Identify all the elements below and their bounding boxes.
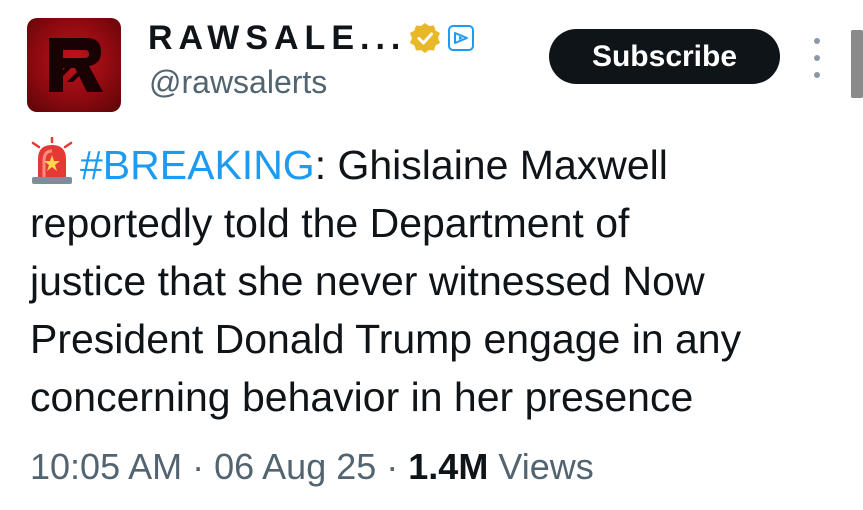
- meta-separator: ·: [376, 446, 409, 487]
- meta-separator: ·: [182, 446, 215, 487]
- tweet-card: RAWSALE... @rawsalerts Subscribe #BREAKI…: [0, 0, 863, 510]
- affiliate-logo-icon: [454, 32, 469, 44]
- views-count: 1.4M: [408, 446, 489, 487]
- dot: [814, 72, 820, 78]
- affiliate-badge-icon[interactable]: [448, 25, 475, 51]
- police-siren-icon: [31, 137, 73, 184]
- tweet-line: #BREAKING: Ghislaine Maxwell: [30, 136, 850, 194]
- tweet-text: #BREAKING: Ghislaine Maxwell reportedly …: [30, 136, 850, 426]
- avatar[interactable]: [27, 18, 121, 112]
- hashtag-link[interactable]: #BREAKING: [80, 142, 315, 188]
- views-label: Views: [488, 446, 594, 487]
- dot: [814, 55, 820, 61]
- verified-badge-icon[interactable]: [408, 21, 442, 55]
- tweet-time[interactable]: 10:05 AM: [30, 446, 182, 487]
- scrollbar[interactable]: [851, 30, 863, 98]
- rawsalerts-logo-icon: [49, 38, 103, 92]
- tweet-line: justice that she never witnessed Now: [30, 258, 705, 304]
- tweet-line: concerning behavior in her presence: [30, 374, 694, 420]
- author-handle[interactable]: @rawsalerts: [149, 64, 327, 101]
- author-display-name[interactable]: RAWSALE...: [148, 19, 406, 58]
- tweet-line: reportedly told the Department of: [30, 200, 630, 246]
- author-name-row: RAWSALE...: [148, 14, 475, 62]
- more-vertical-icon[interactable]: [808, 38, 826, 78]
- dot: [814, 38, 820, 44]
- tweet-date[interactable]: 06 Aug 25: [214, 446, 376, 487]
- tweet-line: President Donald Trump engage in any: [30, 316, 742, 362]
- tweet-text-segment: : Ghislaine Maxwell: [314, 142, 668, 188]
- subscribe-button[interactable]: Subscribe: [549, 29, 780, 84]
- tweet-meta: 10:05 AM · 06 Aug 25 · 1.4M Views: [30, 446, 594, 488]
